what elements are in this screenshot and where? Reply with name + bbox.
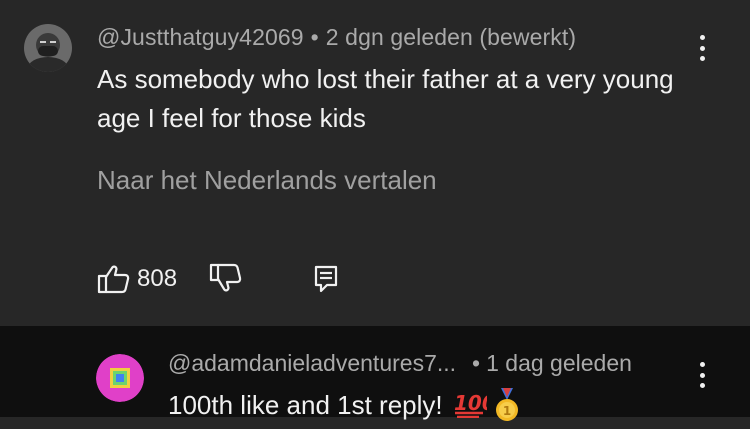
- reply-text: 100th like and 1st reply!: [168, 390, 443, 420]
- reply-time: 1 dag geleden: [486, 350, 632, 376]
- more-vert-icon[interactable]: [695, 35, 709, 61]
- reply-text-line: 100th like and 1st reply! 100 1: [168, 388, 521, 429]
- hundred-points-emoji: 100: [453, 390, 495, 425]
- meta-separator: •: [472, 350, 481, 376]
- reply-meta: @adamdanieladventures7... • 1 dag geleden: [168, 350, 632, 377]
- comment-card: @Justthatguy42069 • 2 dgn geleden (bewerkt…: [0, 0, 750, 326]
- svg-text:100: 100: [454, 391, 487, 415]
- reply-card: @adamdanieladventures7... • 1 dag geleden …: [0, 326, 750, 421]
- reply-icon[interactable]: [312, 263, 340, 295]
- more-vert-icon[interactable]: [695, 362, 709, 388]
- translate-link[interactable]: Naar het Nederlands vertalen: [97, 165, 437, 196]
- first-place-medal-emoji: 1: [493, 388, 521, 429]
- meta-separator: •: [310, 24, 319, 50]
- svg-text:1: 1: [502, 404, 510, 418]
- comment-text: As somebody who lost their father at a v…: [97, 64, 689, 133]
- reply-author[interactable]: @adamdanieladventures7...: [168, 350, 456, 376]
- comment-meta: @Justthatguy42069 • 2 dgn geleden (bewerkt…: [97, 24, 576, 51]
- like-count: 808: [137, 265, 178, 292]
- reply-avatar[interactable]: [96, 354, 144, 402]
- comment-author[interactable]: @Justthatguy42069: [97, 24, 304, 50]
- avatar[interactable]: [24, 24, 72, 72]
- comment-time: 2 dgn geleden (bewerkt): [325, 24, 577, 50]
- thumbs-up-icon[interactable]: [96, 261, 132, 297]
- thumbs-down-icon[interactable]: [208, 261, 244, 297]
